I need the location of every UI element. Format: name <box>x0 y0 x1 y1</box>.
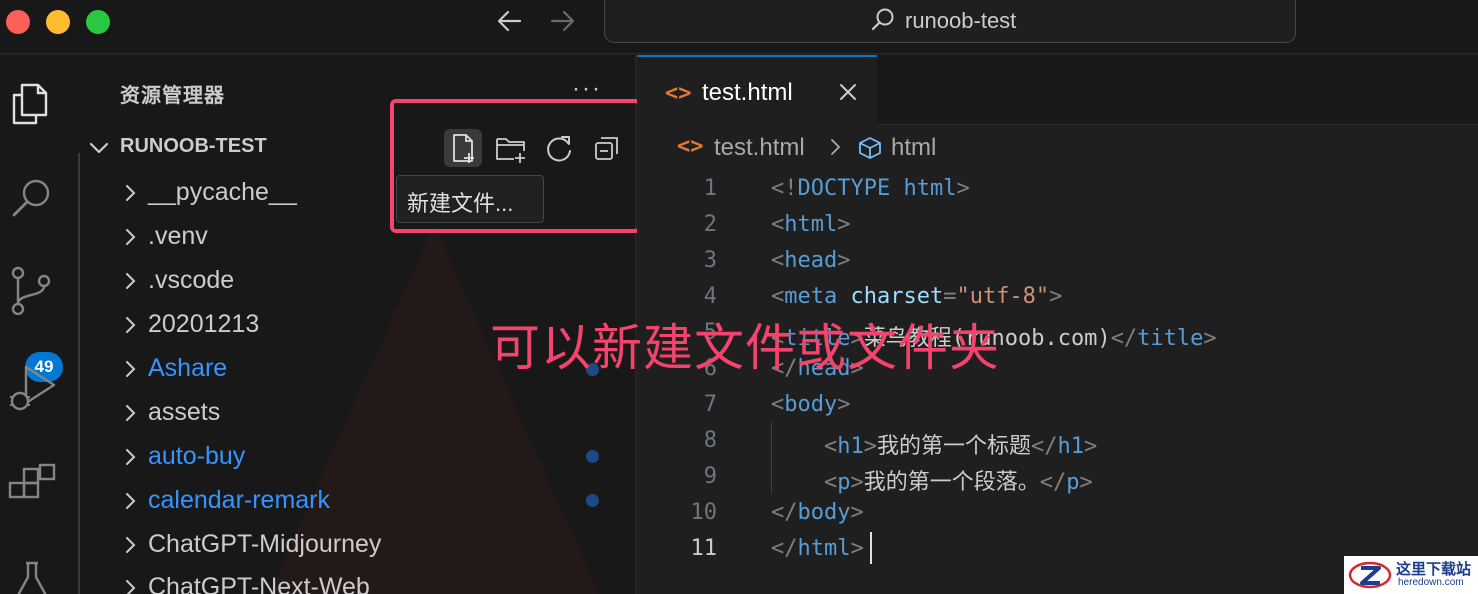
code-line-3: <head> <box>771 248 851 273</box>
chevron-right-icon <box>126 273 136 289</box>
site-watermark-logo: 这里下载站 heredown.com <box>1344 556 1478 594</box>
line-number-current: 11 <box>690 536 718 561</box>
tree-item-label: Ashare <box>148 354 228 382</box>
source-control-icon[interactable] <box>6 263 58 315</box>
chevron-right-icon <box>126 405 136 421</box>
tree-item-chatgpt-midjourney[interactable]: ChatGPT-Midjourney <box>120 526 620 566</box>
chevron-right-icon <box>126 449 136 465</box>
explorer-icon[interactable] <box>6 75 58 127</box>
code-line-11: </html> <box>771 536 864 561</box>
tree-item-label: ChatGPT-Midjourney <box>148 530 382 558</box>
line-number: 8 <box>703 428 717 453</box>
breadcrumb: <> test.html html <box>637 126 1478 170</box>
breadcrumb-file[interactable]: test.html <box>714 134 805 162</box>
watermark-url: heredown.com <box>1398 577 1464 588</box>
workspace-folder-name: RUNOOB-TEST <box>120 135 267 157</box>
line-number: 3 <box>703 248 717 273</box>
tree-indent-guide <box>78 153 80 594</box>
site-logo-icon <box>1348 561 1392 589</box>
search-icon[interactable] <box>6 173 58 225</box>
chevron-right-icon <box>126 361 136 377</box>
run-debug-icon[interactable] <box>6 361 58 413</box>
code-line-4: <meta charset="utf-8"> <box>771 284 1063 309</box>
tab-label: test.html <box>702 79 793 106</box>
line-number: 9 <box>703 464 717 489</box>
tree-item-auto-buy[interactable]: auto-buy <box>120 438 620 478</box>
symbol-cube-icon <box>859 137 881 159</box>
close-icon[interactable] <box>837 81 859 103</box>
command-center-search[interactable]: runoob-test <box>604 0 1296 43</box>
modified-indicator <box>586 494 599 507</box>
code-line-1: <!DOCTYPE html> <box>771 176 970 201</box>
line-number: 4 <box>703 284 717 309</box>
line-number: 7 <box>703 392 717 417</box>
code-editor[interactable]: 1 2 3 4 5 6 7 8 9 10 11 <!DOCTYPE html> … <box>637 170 1478 594</box>
breadcrumb-symbol[interactable]: html <box>891 134 936 162</box>
code-line-7: <body> <box>771 392 851 417</box>
chevron-right-icon <box>126 493 136 509</box>
activity-bar: 49 <box>0 55 64 594</box>
chevron-right-icon <box>831 139 841 155</box>
workspace-name: runoob-test <box>905 8 1017 33</box>
maximize-window-button[interactable] <box>86 10 110 34</box>
html-file-icon: <> <box>665 81 692 106</box>
chevron-right-icon <box>126 185 136 201</box>
minimize-window-button[interactable] <box>46 10 70 34</box>
search-icon <box>871 8 894 31</box>
tree-item-label: __pycache__ <box>148 178 297 206</box>
chevron-right-icon <box>126 317 136 333</box>
tree-item-label: .venv <box>148 222 208 250</box>
editor-tab-bar: <> test.html <box>637 55 1478 126</box>
tree-item-label: ChatGPT-Next-Web <box>148 573 370 594</box>
code-line-8: <h1>我的第一个标题</h1> <box>823 434 1098 459</box>
forward-arrow-icon[interactable] <box>544 6 580 36</box>
annotation-overlay-text: 可以新建文件或文件夹 <box>490 319 1000 377</box>
tree-item-assets[interactable]: assets <box>120 394 620 434</box>
testing-icon[interactable] <box>6 555 58 594</box>
tree-item-label: 20201213 <box>148 310 260 338</box>
title-bar: runoob-test <box>0 0 1478 54</box>
code-line-2: <html> <box>771 212 851 237</box>
watermark-title: 这里下载站 <box>1396 561 1472 578</box>
modified-indicator <box>586 450 599 463</box>
chevron-right-icon <box>126 537 136 553</box>
chevron-down-icon <box>89 142 109 154</box>
html-file-icon: <> <box>677 134 704 159</box>
line-number: 1 <box>703 176 717 201</box>
tree-item-chatgpt-next-web[interactable]: ChatGPT-Next-Web <box>120 569 620 594</box>
tree-item-label: .vscode <box>148 266 235 294</box>
text-cursor <box>870 532 872 564</box>
sidebar-title: 资源管理器 <box>120 85 225 107</box>
line-number: 10 <box>690 500 718 525</box>
code-line-9: <p>我的第一个段落。</p> <box>823 470 1093 495</box>
chevron-right-icon <box>126 580 136 594</box>
extensions-icon[interactable] <box>6 459 58 511</box>
close-window-button[interactable] <box>6 10 30 34</box>
tree-item-label: assets <box>148 398 221 426</box>
highlight-annotation-box <box>390 99 641 233</box>
workspace-folder-header[interactable]: RUNOOB-TEST <box>88 133 388 163</box>
tab-test-html[interactable]: <> test.html <box>637 55 877 126</box>
tree-item-label: auto-buy <box>148 442 246 470</box>
tree-item-vscode[interactable]: .vscode <box>120 262 620 302</box>
chevron-right-icon <box>126 229 136 245</box>
tree-item-calendar-remark[interactable]: calendar-remark <box>120 482 620 522</box>
tree-item-label: calendar-remark <box>148 486 331 514</box>
line-number: 2 <box>703 212 717 237</box>
back-arrow-icon[interactable] <box>492 6 528 36</box>
code-line-10: </body> <box>771 500 864 525</box>
